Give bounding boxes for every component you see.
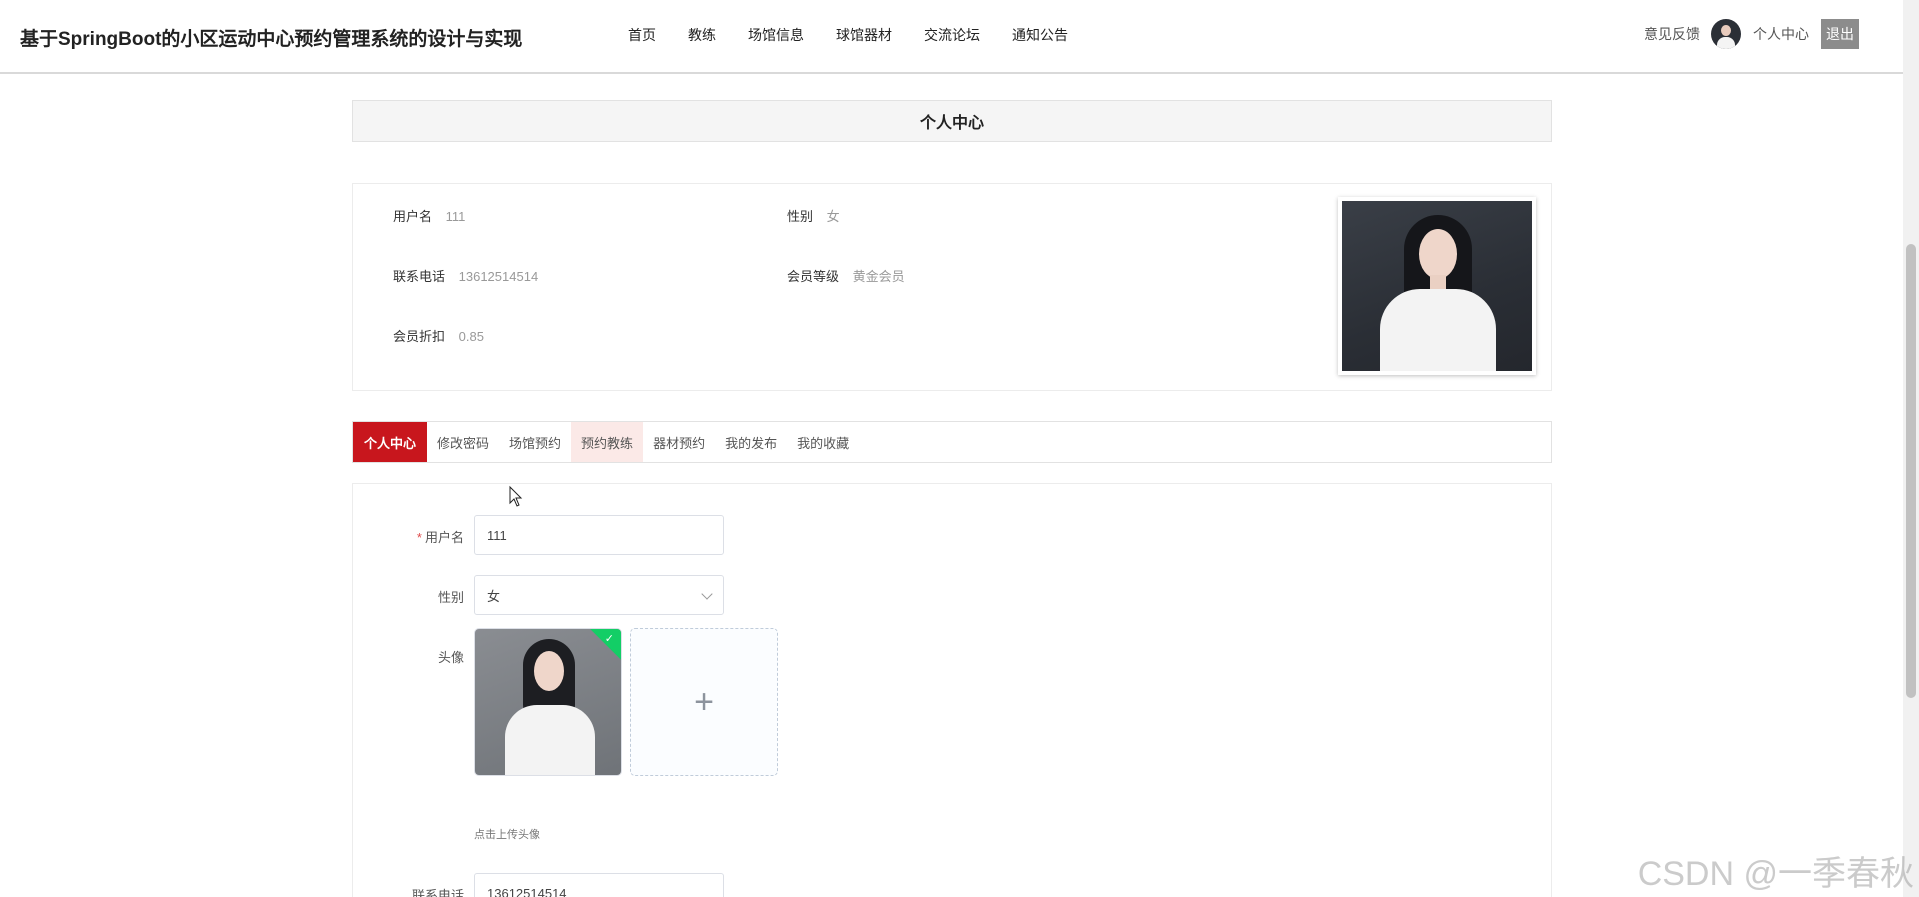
profile-info-card: 用户名 111 性别 女 联系电话 13612514514 会员等级 黄金会员 …	[352, 183, 1552, 391]
username-input[interactable]: 111	[474, 515, 724, 555]
info-discount: 会员折扣 0.85	[393, 326, 484, 345]
form-phone-label: 联系电话	[411, 888, 464, 897]
nav-item-forum[interactable]: 交流论坛	[924, 25, 980, 45]
profile-tabs: 个人中心 修改密码 场馆预约 预约教练 器材预约 我的发布 我的收藏	[352, 421, 1552, 463]
info-gender-value: 女	[826, 209, 840, 224]
nav-item-coach[interactable]: 教练	[688, 25, 716, 45]
scrollbar-thumb[interactable]	[1906, 244, 1916, 698]
avatar-face-shape	[1721, 25, 1731, 36]
personal-center-link[interactable]: 个人中心	[1753, 24, 1809, 44]
chevron-down-icon	[701, 588, 713, 600]
tab-my-favorites[interactable]: 我的收藏	[787, 422, 859, 462]
info-phone-value: 13612514514	[458, 269, 539, 284]
tab-venue-booking[interactable]: 场馆预约	[499, 422, 571, 462]
upload-tip: 点击上传头像	[474, 829, 540, 841]
phone-input[interactable]: 13612514514	[474, 873, 724, 897]
check-icon: ✓	[604, 633, 614, 645]
page-title: 个人中心	[919, 115, 984, 132]
profile-photo	[1338, 197, 1536, 375]
nav-item-equipment[interactable]: 球馆器材	[836, 25, 892, 45]
nav-item-home[interactable]: 首页	[628, 25, 656, 45]
info-username: 用户名 111	[393, 206, 465, 225]
user-menu: 意见反馈 个人中心 退出	[1644, 19, 1859, 49]
photo-dress-shape	[1380, 289, 1496, 371]
thumb-face-shape	[534, 651, 564, 691]
logout-button[interactable]: 退出	[1821, 19, 1859, 49]
info-discount-value: 0.85	[458, 329, 484, 344]
tab-change-password[interactable]: 修改密码	[427, 422, 499, 462]
info-gender-label: 性别	[787, 209, 814, 224]
nav-item-venue-info[interactable]: 场馆信息	[748, 25, 804, 45]
info-member-level-label: 会员等级	[787, 269, 840, 284]
mouse-cursor-icon	[509, 485, 523, 507]
photo-face-shape	[1419, 229, 1457, 279]
form-gender-label: 性别	[437, 590, 464, 605]
profile-edit-form: * 用户名 111 性别 女 头像 ✓ + 点击上传头像 联系电话 1361251…	[352, 483, 1552, 897]
nav-item-notice[interactable]: 通知公告	[1012, 25, 1068, 45]
thumb-dress-shape	[505, 705, 595, 775]
avatar-body-shape	[1717, 37, 1735, 49]
avatar-upload-button[interactable]: +	[630, 628, 778, 776]
tab-equipment-booking[interactable]: 器材预约	[643, 422, 715, 462]
form-avatar-label: 头像	[437, 650, 464, 665]
tab-my-posts[interactable]: 我的发布	[715, 422, 787, 462]
form-username-label: * 用户名	[392, 527, 464, 546]
info-phone-label: 联系电话	[393, 269, 446, 284]
main-nav: 首页 教练 场馆信息 球馆器材 交流论坛 通知公告	[628, 25, 1100, 45]
profile-photo-image	[1342, 201, 1532, 371]
info-username-label: 用户名	[393, 209, 433, 224]
info-member-level-value: 黄金会员	[852, 269, 905, 284]
plus-icon: +	[694, 683, 714, 721]
uploaded-avatar-thumbnail[interactable]: ✓	[474, 628, 622, 776]
gender-select-value: 女	[487, 588, 501, 604]
form-username-label-text: 用户名	[424, 530, 464, 545]
gender-select[interactable]: 女	[474, 575, 724, 615]
site-title: 基于SpringBoot的小区运动中心预约管理系统的设计与实现	[20, 29, 523, 50]
info-member-level: 会员等级 黄金会员	[787, 266, 905, 285]
info-username-value: 111	[445, 209, 466, 224]
watermark: CSDN @一季春秋	[1637, 855, 1914, 893]
required-mark: *	[416, 530, 422, 545]
page-scrollbar[interactable]	[1903, 0, 1919, 897]
tab-personal-center[interactable]: 个人中心	[353, 422, 428, 462]
tab-coach-booking[interactable]: 预约教练	[571, 422, 644, 462]
info-gender: 性别 女	[787, 206, 840, 225]
info-phone: 联系电话 13612514514	[393, 266, 538, 285]
info-discount-label: 会员折扣	[393, 329, 446, 344]
feedback-link[interactable]: 意见反馈	[1644, 24, 1700, 44]
top-navbar: 基于SpringBoot的小区运动中心预约管理系统的设计与实现 首页 教练 场馆…	[0, 0, 1903, 74]
page-title-bar: 个人中心	[352, 100, 1552, 142]
user-avatar[interactable]	[1711, 19, 1741, 49]
